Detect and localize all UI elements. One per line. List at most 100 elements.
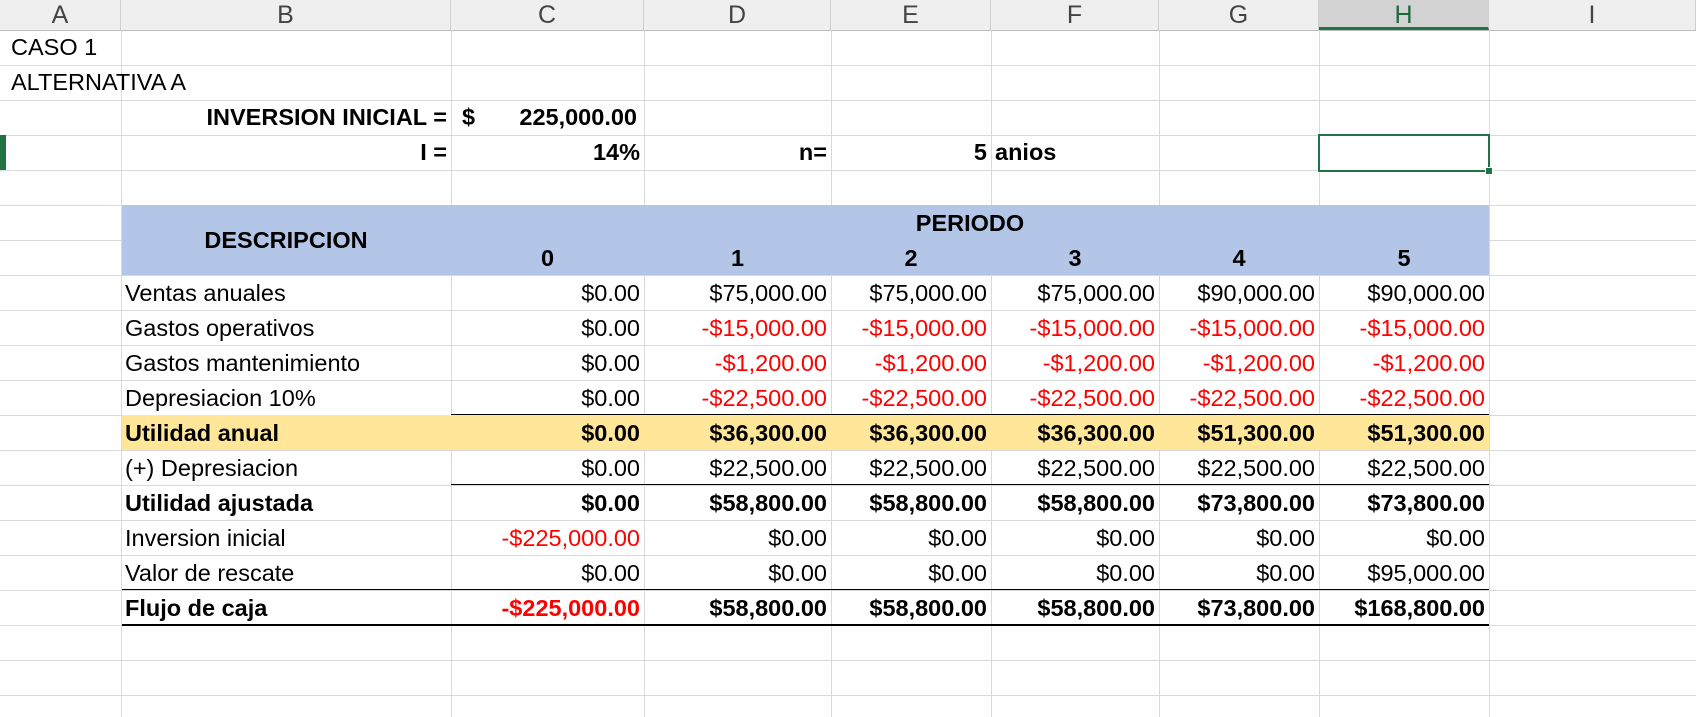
value-cell[interactable]: -$15,000.00 [1319, 311, 1489, 346]
value-cell[interactable]: $0.00 [644, 521, 831, 556]
row-label[interactable]: Utilidad ajustada [121, 486, 451, 521]
value-cell[interactable]: -$1,200.00 [831, 346, 991, 381]
value-cell[interactable]: $0.00 [451, 486, 644, 521]
column-header-e[interactable]: E [831, 0, 991, 30]
value-cell[interactable]: $0.00 [831, 556, 991, 591]
value-cell[interactable]: $51,300.00 [1319, 416, 1489, 451]
row-label[interactable]: Utilidad anual [121, 416, 451, 451]
value-cell[interactable]: $58,800.00 [644, 486, 831, 521]
value-cell[interactable]: $0.00 [451, 276, 644, 311]
value-cell[interactable]: -$15,000.00 [1159, 311, 1319, 346]
period-1[interactable]: 1 [644, 241, 831, 276]
column-header-d[interactable]: D [644, 0, 831, 30]
row-label[interactable]: Valor de rescate [121, 556, 451, 591]
row-label[interactable]: Inversion inicial [121, 521, 451, 556]
column-header-h[interactable]: H [1319, 0, 1489, 30]
column-header-f[interactable]: F [991, 0, 1159, 30]
value-cell[interactable]: $0.00 [451, 346, 644, 381]
value-cell[interactable]: $168,800.00 [1319, 591, 1489, 626]
value-cell[interactable]: $73,800.00 [1319, 486, 1489, 521]
period-2[interactable]: 2 [831, 241, 991, 276]
value-cell[interactable]: $73,800.00 [1159, 486, 1319, 521]
n-label[interactable]: n= [644, 135, 831, 170]
value-cell[interactable]: $0.00 [1159, 556, 1319, 591]
value-cell[interactable]: $22,500.00 [644, 451, 831, 486]
value-cell[interactable]: $75,000.00 [644, 276, 831, 311]
value-cell[interactable]: -$15,000.00 [991, 311, 1159, 346]
n-unit[interactable]: anios [991, 135, 1159, 170]
value-cell[interactable]: $0.00 [644, 556, 831, 591]
row-border [122, 589, 1489, 590]
column-header-b[interactable]: B [121, 0, 451, 30]
value-cell[interactable]: $22,500.00 [1159, 451, 1319, 486]
row-label[interactable]: Gastos operativos [121, 311, 451, 346]
value-cell[interactable]: -$15,000.00 [831, 311, 991, 346]
period-4[interactable]: 4 [1159, 241, 1319, 276]
value-cell[interactable]: -$225,000.00 [451, 521, 644, 556]
value-cell[interactable]: -$1,200.00 [1319, 346, 1489, 381]
value-cell[interactable]: -$22,500.00 [1159, 381, 1319, 416]
selected-cell[interactable] [1318, 134, 1490, 172]
value-cell[interactable]: $22,500.00 [1319, 451, 1489, 486]
value-cell[interactable]: -$1,200.00 [1159, 346, 1319, 381]
value-cell[interactable]: $58,800.00 [831, 486, 991, 521]
value-cell[interactable]: $36,300.00 [831, 416, 991, 451]
value-cell[interactable]: $0.00 [451, 311, 644, 346]
value-cell[interactable]: $95,000.00 [1319, 556, 1489, 591]
value-cell[interactable]: $73,800.00 [1159, 591, 1319, 626]
column-header-g[interactable]: G [1159, 0, 1319, 30]
value-cell[interactable]: -$1,200.00 [991, 346, 1159, 381]
value-cell[interactable]: $58,800.00 [991, 591, 1159, 626]
description-header[interactable]: DESCRIPCION [121, 223, 451, 258]
value-cell[interactable]: -$225,000.00 [451, 591, 644, 626]
period-5[interactable]: 5 [1319, 241, 1489, 276]
value-cell[interactable]: $22,500.00 [831, 451, 991, 486]
value-cell[interactable]: $0.00 [1159, 521, 1319, 556]
row-label[interactable]: (+) Depresiacion [121, 451, 451, 486]
investment-value[interactable]: 225,000.00 [451, 100, 641, 135]
column-header-i[interactable]: I [1489, 0, 1696, 30]
value-cell[interactable]: $0.00 [451, 381, 644, 416]
value-cell[interactable]: $58,800.00 [644, 591, 831, 626]
rate-label[interactable]: I = [121, 135, 451, 170]
value-cell[interactable]: -$1,200.00 [644, 346, 831, 381]
value-cell[interactable]: $0.00 [451, 451, 644, 486]
value-cell[interactable]: $75,000.00 [991, 276, 1159, 311]
case-title[interactable]: CASO 1 [7, 30, 307, 65]
period-0[interactable]: 0 [451, 241, 644, 276]
value-cell[interactable]: $36,300.00 [644, 416, 831, 451]
value-cell[interactable]: -$15,000.00 [644, 311, 831, 346]
value-cell[interactable]: -$22,500.00 [991, 381, 1159, 416]
value-cell[interactable]: $58,800.00 [831, 591, 991, 626]
period-3[interactable]: 3 [991, 241, 1159, 276]
value-cell[interactable]: $58,800.00 [991, 486, 1159, 521]
value-cell[interactable]: -$22,500.00 [831, 381, 991, 416]
value-cell[interactable]: $0.00 [991, 556, 1159, 591]
value-cell[interactable]: $75,000.00 [831, 276, 991, 311]
row-label[interactable]: Depresiacion 10% [121, 381, 451, 416]
row-label[interactable]: Gastos mantenimiento [121, 346, 451, 381]
value-cell[interactable]: -$22,500.00 [644, 381, 831, 416]
fill-handle[interactable] [1485, 167, 1493, 175]
value-cell[interactable]: $90,000.00 [1319, 276, 1489, 311]
column-header-c[interactable]: C [451, 0, 644, 30]
row-label[interactable]: Flujo de caja [121, 591, 451, 626]
rate-value[interactable]: 14% [451, 135, 644, 170]
investment-label[interactable]: INVERSION INICIAL = [121, 100, 451, 135]
value-cell[interactable]: $0.00 [451, 556, 644, 591]
column-header-a[interactable]: A [0, 0, 121, 30]
value-cell[interactable]: -$22,500.00 [1319, 381, 1489, 416]
period-header[interactable]: PERIODO [451, 206, 1489, 241]
value-cell[interactable]: $0.00 [451, 416, 644, 451]
n-value[interactable]: 5 [831, 135, 991, 170]
value-cell[interactable]: $22,500.00 [991, 451, 1159, 486]
spreadsheet-grid[interactable]: A B C D E F G H I CASO 1 ALTERNATIVA A I… [0, 0, 1696, 717]
value-cell[interactable]: $0.00 [991, 521, 1159, 556]
value-cell[interactable]: $90,000.00 [1159, 276, 1319, 311]
value-cell[interactable]: $51,300.00 [1159, 416, 1319, 451]
alternative-title[interactable]: ALTERNATIVA A [7, 65, 307, 100]
row-label[interactable]: Ventas anuales [121, 276, 451, 311]
value-cell[interactable]: $0.00 [831, 521, 991, 556]
value-cell[interactable]: $0.00 [1319, 521, 1489, 556]
value-cell[interactable]: $36,300.00 [991, 416, 1159, 451]
